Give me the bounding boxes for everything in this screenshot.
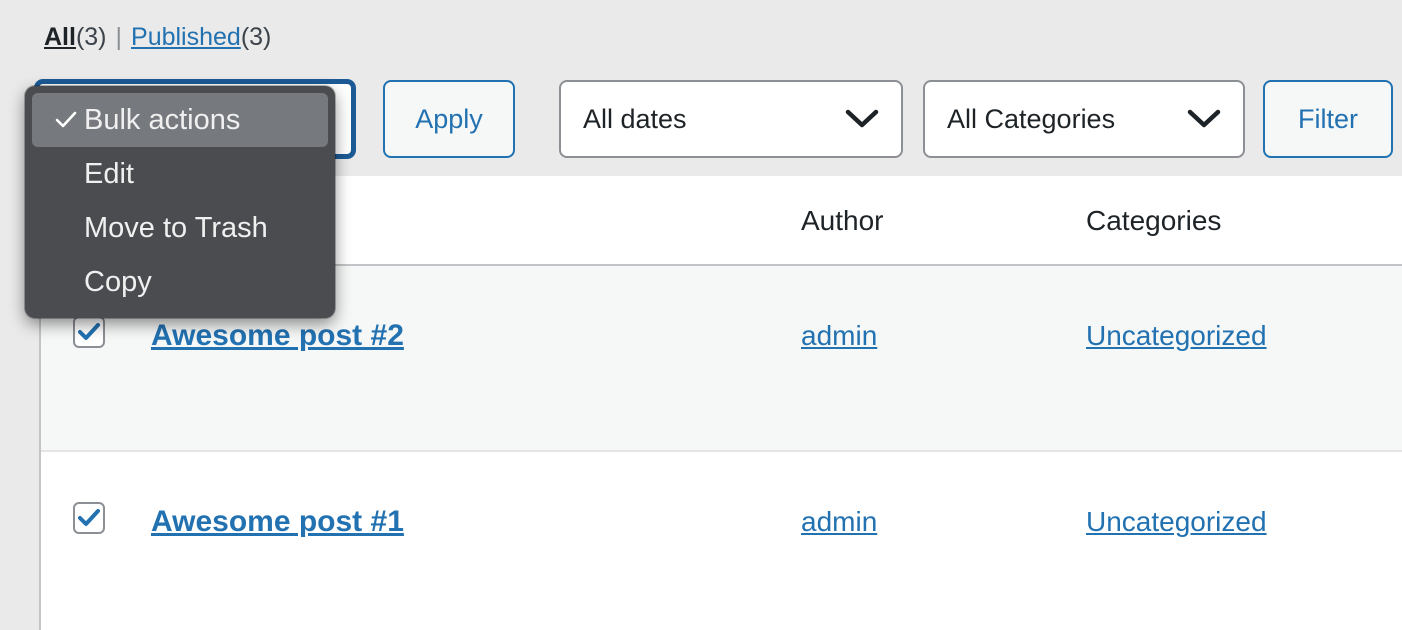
post-category-link[interactable]: Uncategorized	[1086, 502, 1267, 542]
post-author-link[interactable]: admin	[801, 502, 877, 542]
apply-button[interactable]: Apply	[383, 80, 515, 158]
categories-filter-value: All Categories	[947, 103, 1116, 134]
dropdown-option-label: Edit	[84, 157, 134, 190]
table-row: Awesome post #1 admin Uncategorized	[41, 452, 1402, 630]
filter-link-published-wrap: Published(3)	[131, 23, 271, 51]
post-category-link[interactable]: Uncategorized	[1086, 316, 1267, 356]
dropdown-option-bulk-actions[interactable]: Bulk actions	[32, 93, 328, 147]
categories-filter-select[interactable]: All Categories	[923, 80, 1245, 158]
row-checkbox-cell	[73, 312, 105, 352]
chevron-down-icon	[1187, 108, 1221, 130]
dropdown-option-copy[interactable]: Copy	[32, 255, 328, 309]
filter-link-all-wrap: All(3)	[44, 23, 107, 51]
bulk-actions-dropdown-menu[interactable]: Bulk actions Edit Move to Trash Copy	[25, 86, 335, 318]
filter-button[interactable]: Filter	[1263, 80, 1393, 158]
filter-link-separator: |	[115, 23, 123, 51]
post-title-link[interactable]: Awesome post #2	[151, 316, 404, 356]
page-root: All(3)|Published(3) Bulk actions Apply A…	[0, 0, 1402, 630]
post-status-filter-links: All(3) | Published(3)	[44, 18, 271, 56]
chevron-down-icon	[845, 108, 879, 130]
dropdown-option-label: Bulk actions	[84, 103, 241, 136]
dropdown-option-label: Copy	[84, 265, 152, 298]
filter-link-published[interactable]: Published	[131, 23, 241, 51]
checkmark-icon	[54, 111, 78, 129]
dates-filter-value: All dates	[583, 103, 687, 134]
row-select-checkbox[interactable]	[73, 502, 105, 534]
dates-filter-select[interactable]: All dates	[559, 80, 903, 158]
dropdown-option-edit[interactable]: Edit	[32, 147, 328, 201]
post-author-link[interactable]: admin	[801, 316, 877, 356]
dropdown-option-move-to-trash[interactable]: Move to Trash	[32, 201, 328, 255]
filter-link-all[interactable]: All	[44, 23, 76, 51]
post-title-link[interactable]: Awesome post #1	[151, 502, 404, 542]
filter-count-published: (3)	[240, 23, 272, 51]
dropdown-option-label: Move to Trash	[84, 211, 268, 244]
column-header-author: Author	[801, 205, 884, 236]
row-checkbox-cell	[73, 498, 105, 538]
column-header-categories: Categories	[1086, 205, 1222, 236]
row-select-checkbox[interactable]	[73, 316, 105, 348]
filter-count-all: (3)	[75, 23, 107, 51]
